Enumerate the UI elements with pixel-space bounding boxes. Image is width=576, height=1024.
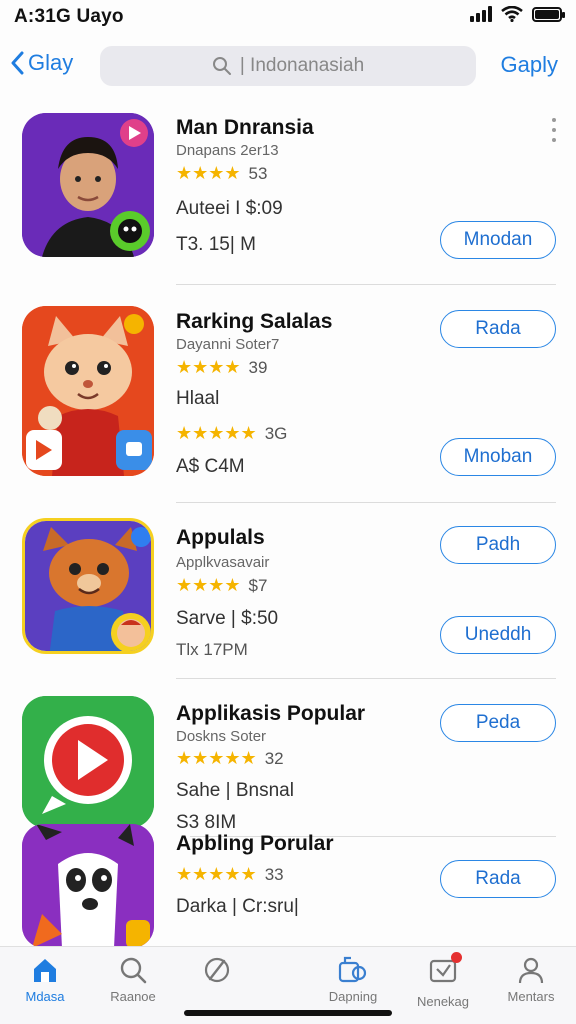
open-button[interactable]: Peda <box>440 704 556 742</box>
divider <box>176 502 556 503</box>
app-price-line: Darka | Cr:sru| <box>176 896 299 917</box>
app-icon-cat[interactable] <box>22 306 154 476</box>
more-options-icon[interactable] <box>552 118 556 142</box>
app-rating-secondary: ★★★★★ 3G <box>176 423 287 444</box>
star-rating-icon: ★★★★ <box>176 357 241 377</box>
rating-count: $7 <box>248 575 268 595</box>
updates-icon <box>338 956 367 983</box>
app-size-line: A$ C4M <box>176 456 245 477</box>
app-name[interactable]: Appulals <box>176 526 265 550</box>
app-name[interactable]: Man Dnransia <box>176 116 314 140</box>
rating-count: 53 <box>248 163 268 183</box>
rating-count: 32 <box>264 748 284 768</box>
tab-profile[interactable]: Mentars <box>486 955 576 1004</box>
star-rating-icon: ★★★★★ <box>176 748 257 768</box>
app-row[interactable]: Appulals Applkvasavair ★★★★ $7 Sarve | $… <box>0 514 576 679</box>
star-rating-icon: ★★★★ <box>176 163 241 183</box>
boy-portrait-icon <box>22 113 154 257</box>
tab-home[interactable]: Mdasa <box>0 955 90 1004</box>
star-rating-icon: ★★★★ <box>176 575 241 595</box>
tab-label: Mdasa <box>25 989 65 1004</box>
play-button-icon <box>22 696 154 828</box>
app-row[interactable]: Apbling Porular ★★★★★ 33 Darka | Cr:sru|… <box>0 824 576 954</box>
open-button[interactable]: Padh <box>440 526 556 564</box>
back-label: Glay <box>28 50 74 75</box>
tab-updates[interactable]: Dapning <box>308 955 398 1004</box>
get-button[interactable]: Mnoban <box>440 438 556 476</box>
nav-bar: Glay | Indonanasiah Gaply <box>0 40 576 92</box>
tab-search[interactable]: Raanoe <box>88 955 178 1004</box>
app-icon-dog[interactable] <box>22 824 154 948</box>
tab-apps[interactable] <box>172 955 262 989</box>
app-subtitle: Dayanni Soter7 <box>176 336 280 353</box>
tab-label: Nenekag <box>416 994 470 1009</box>
wifi-icon <box>501 6 523 22</box>
app-price-line: Auteei I $:09 <box>176 198 283 219</box>
app-size-line: Tlx 17PM <box>176 640 248 659</box>
app-rating: ★★★★★ 33 <box>176 864 284 885</box>
app-icon-boy[interactable] <box>22 113 154 257</box>
tab-label: Dapning <box>328 989 378 1004</box>
search-input[interactable]: | Indonanasiah <box>100 46 476 86</box>
home-icon <box>34 959 56 982</box>
app-rating: ★★★★ 53 <box>176 163 267 184</box>
app-rating: ★★★★ 39 <box>176 357 267 378</box>
cat-character-icon <box>22 306 154 476</box>
app-price-line: Sarve | $:50 <box>176 608 279 629</box>
get-button[interactable]: Uneddh <box>440 616 556 654</box>
app-rating: ★★★★ $7 <box>176 575 267 596</box>
tab-label: Raanoe <box>110 989 156 1004</box>
profile-icon <box>518 957 544 984</box>
app-name[interactable]: Applikasis Popular <box>176 702 365 726</box>
battery-icon <box>532 6 565 22</box>
apps-icon <box>204 957 230 983</box>
back-button[interactable]: Glay <box>10 50 73 76</box>
app-row[interactable]: Man Dnransia Dnapans 2er13 ★★★★ 53 Autee… <box>0 100 576 285</box>
star-rating-icon: ★★★★★ <box>176 864 257 884</box>
app-price-line: Hlaal <box>176 388 220 409</box>
app-icon-bear[interactable] <box>22 518 154 654</box>
bear-character-icon <box>25 521 151 651</box>
app-row[interactable]: Applikasis Popular Doskns Soter ★★★★★ 32… <box>0 690 576 840</box>
star-rating-icon: ★★★★★ <box>176 423 257 443</box>
search-placeholder: | Indonanasiah <box>239 55 365 76</box>
search-icon <box>120 957 147 984</box>
app-subtitle: Dnapans 2er13 <box>176 142 279 159</box>
rating-count: 33 <box>264 864 284 884</box>
app-icon-play[interactable] <box>22 696 154 828</box>
divider <box>176 678 556 679</box>
status-bar: A:31G Uayo <box>0 0 576 34</box>
app-name[interactable]: Apbling Porular <box>176 832 334 856</box>
rating-count: 39 <box>248 357 268 377</box>
dog-character-icon <box>22 824 154 948</box>
app-row[interactable]: Rarking Salalas Dayanni Soter7 ★★★★ 39 H… <box>0 296 576 503</box>
app-subtitle: Applkvasavair <box>176 554 270 571</box>
open-button[interactable]: Rada <box>440 310 556 348</box>
home-indicator <box>184 1010 392 1016</box>
status-time: A:31G Uayo <box>14 6 124 27</box>
rating-count: 3G <box>264 423 288 443</box>
nav-right-button[interactable]: Gaply <box>501 52 558 78</box>
divider <box>176 284 556 285</box>
open-button[interactable]: Rada <box>440 860 556 898</box>
app-size-line: T3. 15| M <box>176 234 256 255</box>
chevron-left-icon <box>11 51 24 75</box>
signal-icon <box>470 6 492 22</box>
app-name[interactable]: Rarking Salalas <box>176 310 332 334</box>
status-icons <box>470 6 565 22</box>
tab-label: Mentars <box>507 989 555 1004</box>
app-subtitle: Doskns Soter <box>176 728 267 745</box>
get-button[interactable]: Mnodan <box>440 221 556 259</box>
notification-badge <box>451 952 462 963</box>
app-price-line: Sahe | Bnsnal <box>176 780 294 801</box>
app-rating: ★★★★★ 32 <box>176 748 284 769</box>
search-icon <box>212 57 231 75</box>
tab-inbox[interactable]: Nenekag <box>398 952 488 1009</box>
